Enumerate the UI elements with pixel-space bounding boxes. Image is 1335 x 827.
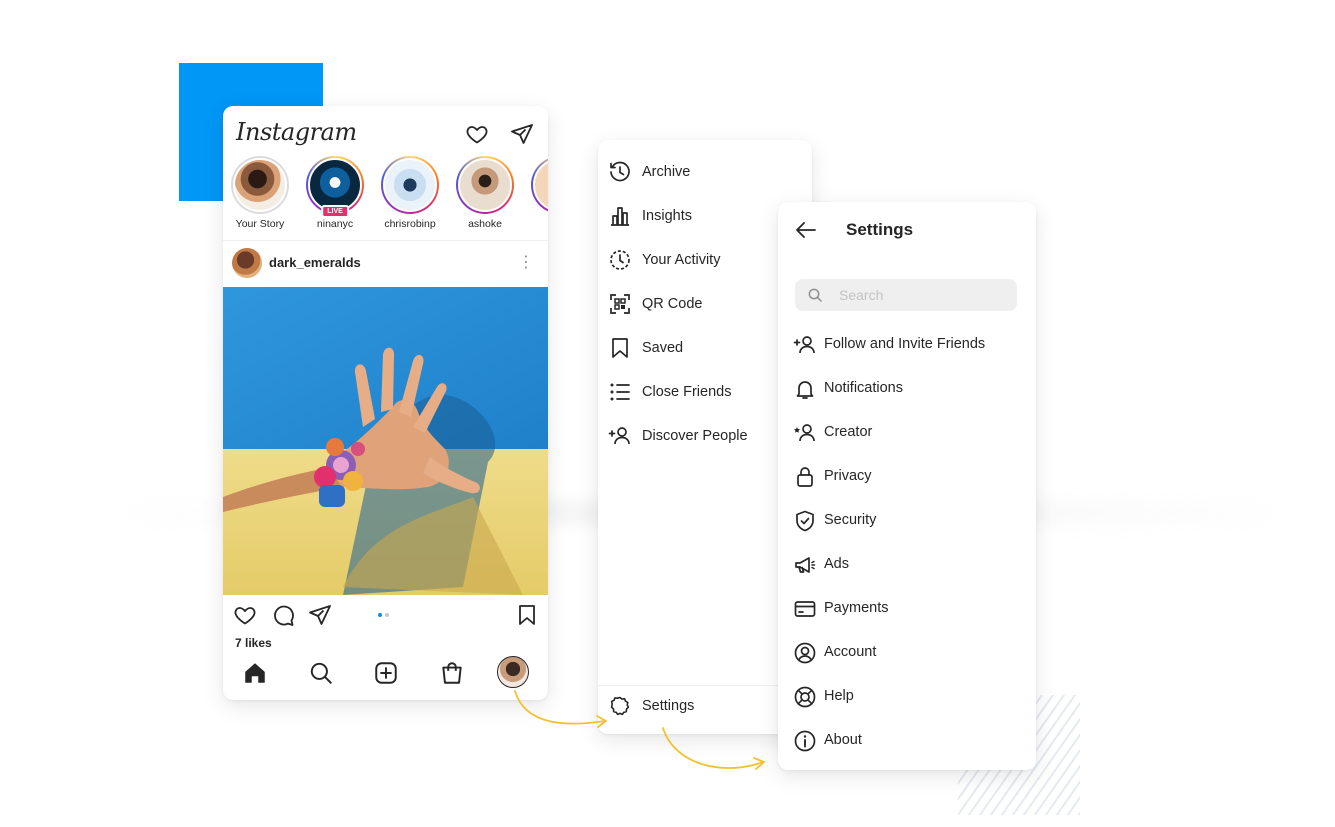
settings-item-ads[interactable]: Ads bbox=[778, 545, 1036, 585]
settings-item-notifications[interactable]: Notifications bbox=[778, 369, 1036, 409]
menu-item-label: Insights bbox=[642, 208, 692, 224]
close-friends-icon bbox=[610, 383, 630, 401]
menu-item-label: Discover People bbox=[642, 428, 748, 444]
search-icon bbox=[808, 288, 822, 302]
story-your-story[interactable]: Your Story bbox=[229, 156, 291, 238]
menu-item-label: Close Friends bbox=[642, 384, 732, 400]
bookmark-icon bbox=[612, 338, 628, 358]
instagram-logo[interactable]: Instagram bbox=[236, 118, 357, 146]
more-options-icon[interactable]: ⋮ bbox=[518, 252, 534, 272]
story-label: chrisrobinp bbox=[384, 218, 436, 230]
archive-icon bbox=[610, 161, 630, 182]
stories-tray: Your Story LIVE ninanyc chrisrobinp asho… bbox=[223, 156, 548, 238]
card-icon bbox=[794, 601, 816, 617]
post-photo bbox=[223, 287, 548, 595]
menu-item-label: Saved bbox=[642, 340, 684, 356]
menu-item-label: QR Code bbox=[642, 296, 703, 312]
qr-code-icon bbox=[610, 294, 630, 314]
shop-bag-icon[interactable] bbox=[439, 660, 465, 686]
bottom-navigation bbox=[223, 654, 548, 698]
settings-item-follow-invite[interactable]: Follow and Invite Friends bbox=[778, 325, 1036, 365]
story-chrisrobinp[interactable]: chrisrobinp bbox=[379, 156, 441, 238]
story-label: be bbox=[529, 218, 548, 230]
back-arrow-icon[interactable] bbox=[794, 218, 818, 242]
carousel-dots bbox=[378, 613, 389, 617]
settings-item-label: Security bbox=[824, 512, 877, 528]
settings-screen: Settings Search Follow and Invite Friend… bbox=[778, 202, 1036, 770]
lifebuoy-icon bbox=[794, 686, 816, 708]
settings-item-label: Privacy bbox=[824, 468, 872, 484]
home-icon[interactable] bbox=[242, 660, 268, 686]
menu-item-archive[interactable]: Archive bbox=[598, 152, 812, 192]
direct-message-icon[interactable] bbox=[510, 122, 534, 146]
post-username[interactable]: dark_emeralds bbox=[269, 255, 361, 270]
settings-item-account[interactable]: Account bbox=[778, 633, 1036, 673]
create-post-icon[interactable] bbox=[373, 660, 399, 686]
post-header: dark_emeralds ⋮ bbox=[223, 244, 548, 288]
story-ninanyc[interactable]: LIVE ninanyc bbox=[304, 156, 366, 238]
megaphone-icon bbox=[795, 557, 816, 573]
page-title: Settings bbox=[846, 220, 914, 239]
instagram-feed-screen: Instagram Your Story LIVE ninanyc chrisr… bbox=[223, 106, 548, 700]
menu-item-label: Your Activity bbox=[642, 252, 721, 268]
lock-icon bbox=[797, 467, 813, 487]
menu-item-label: Archive bbox=[642, 164, 691, 180]
story-label: Your Story bbox=[235, 218, 285, 230]
divider bbox=[223, 240, 548, 241]
creator-icon bbox=[794, 424, 815, 442]
settings-item-creator[interactable]: Creator bbox=[778, 413, 1036, 453]
likes-count[interactable]: 7 likes bbox=[235, 636, 272, 650]
post-image[interactable] bbox=[223, 287, 548, 595]
search-icon[interactable] bbox=[308, 660, 334, 686]
settings-item-payments[interactable]: Payments bbox=[778, 589, 1036, 629]
like-heart-icon[interactable] bbox=[233, 603, 257, 627]
settings-item-about[interactable]: About bbox=[778, 721, 1036, 761]
settings-item-privacy[interactable]: Privacy bbox=[778, 457, 1036, 497]
activity-icon bbox=[610, 250, 630, 270]
settings-item-label: About bbox=[824, 732, 862, 748]
shield-icon bbox=[796, 510, 814, 532]
settings-item-label: Help bbox=[824, 688, 854, 704]
story-label: ashoke bbox=[468, 218, 502, 230]
settings-item-help[interactable]: Help bbox=[778, 677, 1036, 717]
save-bookmark-icon[interactable] bbox=[515, 603, 539, 627]
bell-icon bbox=[796, 381, 814, 399]
settings-item-label: Follow and Invite Friends bbox=[824, 336, 986, 352]
settings-item-label: Account bbox=[824, 644, 877, 660]
add-person-icon bbox=[608, 427, 630, 445]
story-label: ninanyc bbox=[316, 218, 354, 230]
search-input[interactable]: Search bbox=[795, 279, 1017, 311]
info-icon bbox=[794, 730, 816, 752]
settings-item-label: Payments bbox=[824, 600, 889, 616]
share-icon[interactable] bbox=[308, 603, 332, 627]
post-avatar[interactable] bbox=[232, 248, 262, 278]
post-actions bbox=[223, 600, 548, 630]
settings-item-label: Ads bbox=[824, 556, 849, 572]
settings-item-security[interactable]: Security bbox=[778, 501, 1036, 541]
menu-item-label: Settings bbox=[642, 698, 695, 714]
settings-item-label: Creator bbox=[824, 424, 873, 440]
account-icon bbox=[794, 642, 816, 664]
connector-arrow-to-settings-menu bbox=[514, 690, 607, 728]
comment-icon[interactable] bbox=[271, 603, 295, 627]
settings-item-label: Notifications bbox=[824, 380, 903, 396]
search-placeholder: Search bbox=[839, 287, 884, 303]
insights-icon bbox=[611, 207, 629, 226]
connector-arrow-to-settings-screen bbox=[662, 727, 765, 770]
story-ashoke[interactable]: ashoke bbox=[454, 156, 516, 238]
story-partial[interactable]: be bbox=[529, 156, 548, 238]
live-badge: LIVE bbox=[321, 205, 349, 218]
heart-icon[interactable] bbox=[465, 122, 489, 146]
add-person-icon bbox=[793, 336, 815, 354]
profile-avatar[interactable] bbox=[497, 656, 529, 688]
feed-header: Instagram bbox=[223, 106, 548, 158]
